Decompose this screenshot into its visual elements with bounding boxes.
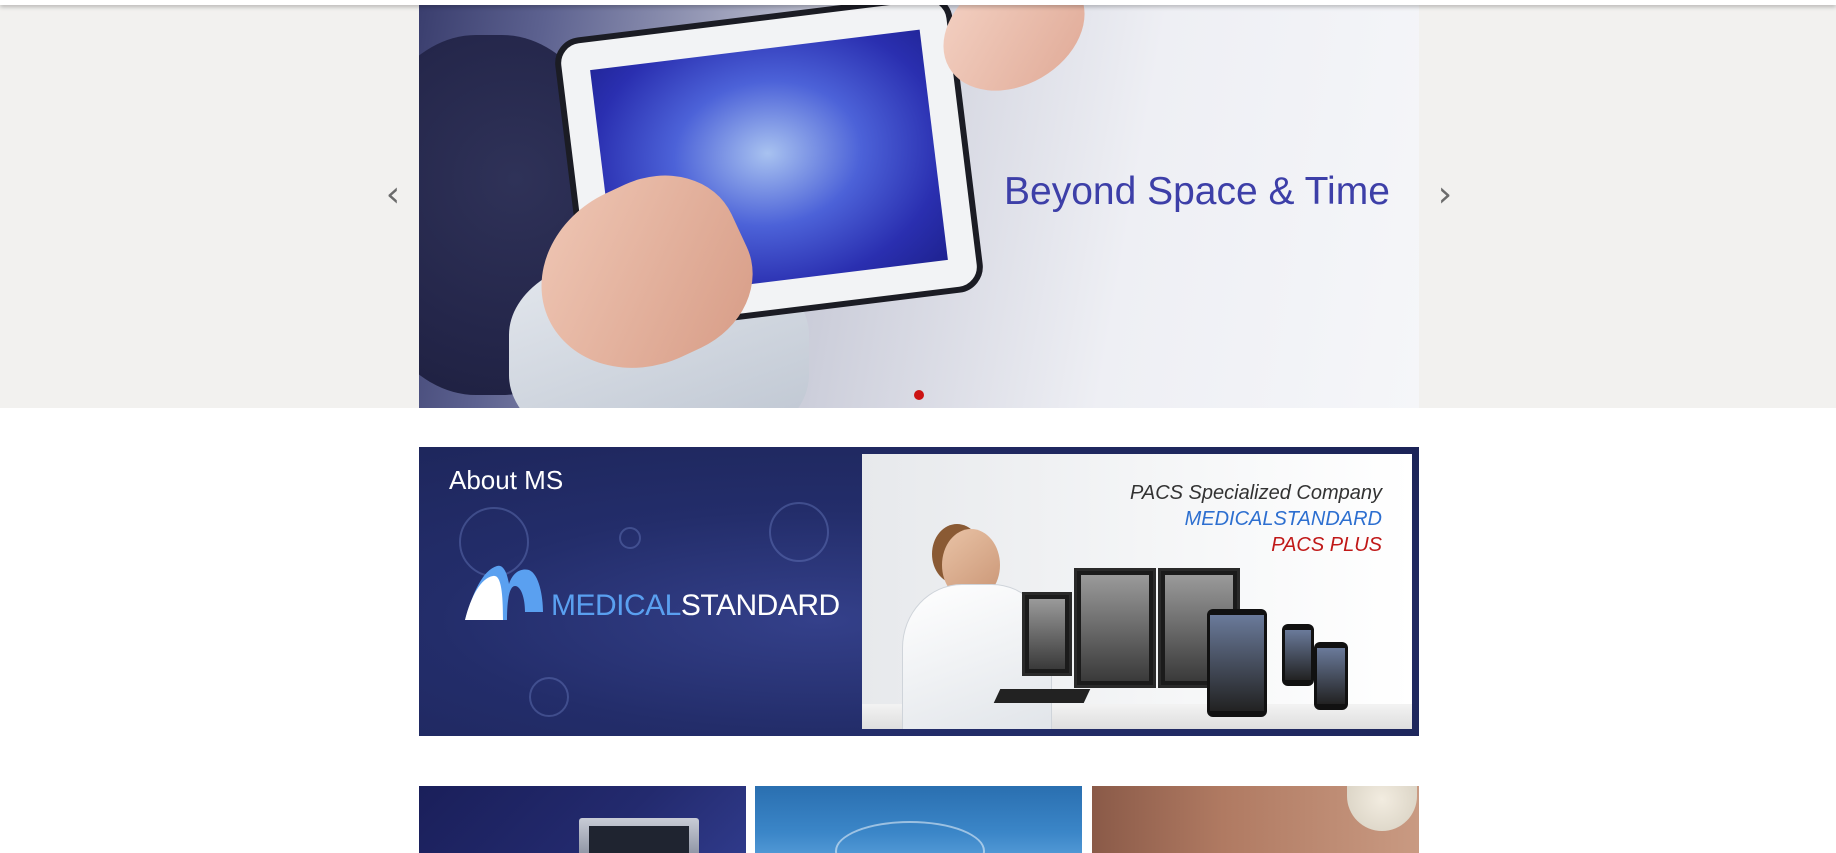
logo-text-standard: STANDARD bbox=[680, 589, 840, 622]
promo-line-product: PACS PLUS bbox=[1271, 534, 1382, 556]
card-object-image bbox=[1347, 786, 1417, 831]
network-circle-decoration bbox=[619, 527, 641, 549]
chevron-left-icon: ‹ bbox=[385, 174, 401, 215]
promo-tablet-device bbox=[1207, 609, 1267, 717]
top-header-bar bbox=[0, 0, 1836, 5]
about-ms-banner[interactable]: About MS MEDICAL STANDARD PACS Specializ… bbox=[419, 447, 1419, 736]
feature-card-1[interactable] bbox=[419, 786, 746, 853]
promo-monitor bbox=[1022, 592, 1072, 676]
network-circle-decoration bbox=[529, 677, 569, 717]
about-title: About MS bbox=[449, 465, 564, 495]
promo-line-company: PACS Specialized Company bbox=[1130, 482, 1382, 504]
slider-dots bbox=[419, 390, 1419, 400]
ms-logo-mark-icon bbox=[463, 562, 545, 622]
feature-card-3[interactable] bbox=[1092, 786, 1419, 853]
promo-text-block: PACS Specialized Company MEDICALSTANDARD… bbox=[1130, 480, 1382, 558]
hero-slide[interactable]: Beyond Space & Time bbox=[419, 5, 1419, 408]
hero-slider-band: ‹ Beyond Space & Time › bbox=[0, 5, 1836, 408]
feature-card-2[interactable] bbox=[755, 786, 1082, 853]
hero-title: Beyond Space & Time bbox=[1004, 170, 1390, 213]
pacs-promo-image: PACS Specialized Company MEDICALSTANDARD… bbox=[862, 454, 1412, 729]
promo-line-brand: MEDICALSTANDARD bbox=[1184, 508, 1382, 530]
promo-monitor bbox=[1074, 568, 1156, 688]
network-circle-decoration bbox=[769, 502, 829, 562]
feature-cards-row bbox=[419, 786, 1419, 853]
chevron-right-icon: › bbox=[1437, 174, 1453, 215]
card-device-image bbox=[579, 818, 699, 853]
slider-next-button[interactable]: › bbox=[1430, 175, 1460, 215]
slider-dot-active[interactable] bbox=[914, 390, 924, 400]
logo-text-medical: MEDICAL bbox=[551, 589, 681, 622]
promo-keyboard bbox=[993, 689, 1091, 703]
medical-standard-logo: MEDICAL STANDARD bbox=[463, 562, 840, 622]
promo-phone-device bbox=[1314, 642, 1348, 710]
card-swirl-image bbox=[835, 821, 985, 853]
slider-prev-button[interactable]: ‹ bbox=[378, 175, 408, 215]
promo-phone-device bbox=[1282, 624, 1314, 686]
